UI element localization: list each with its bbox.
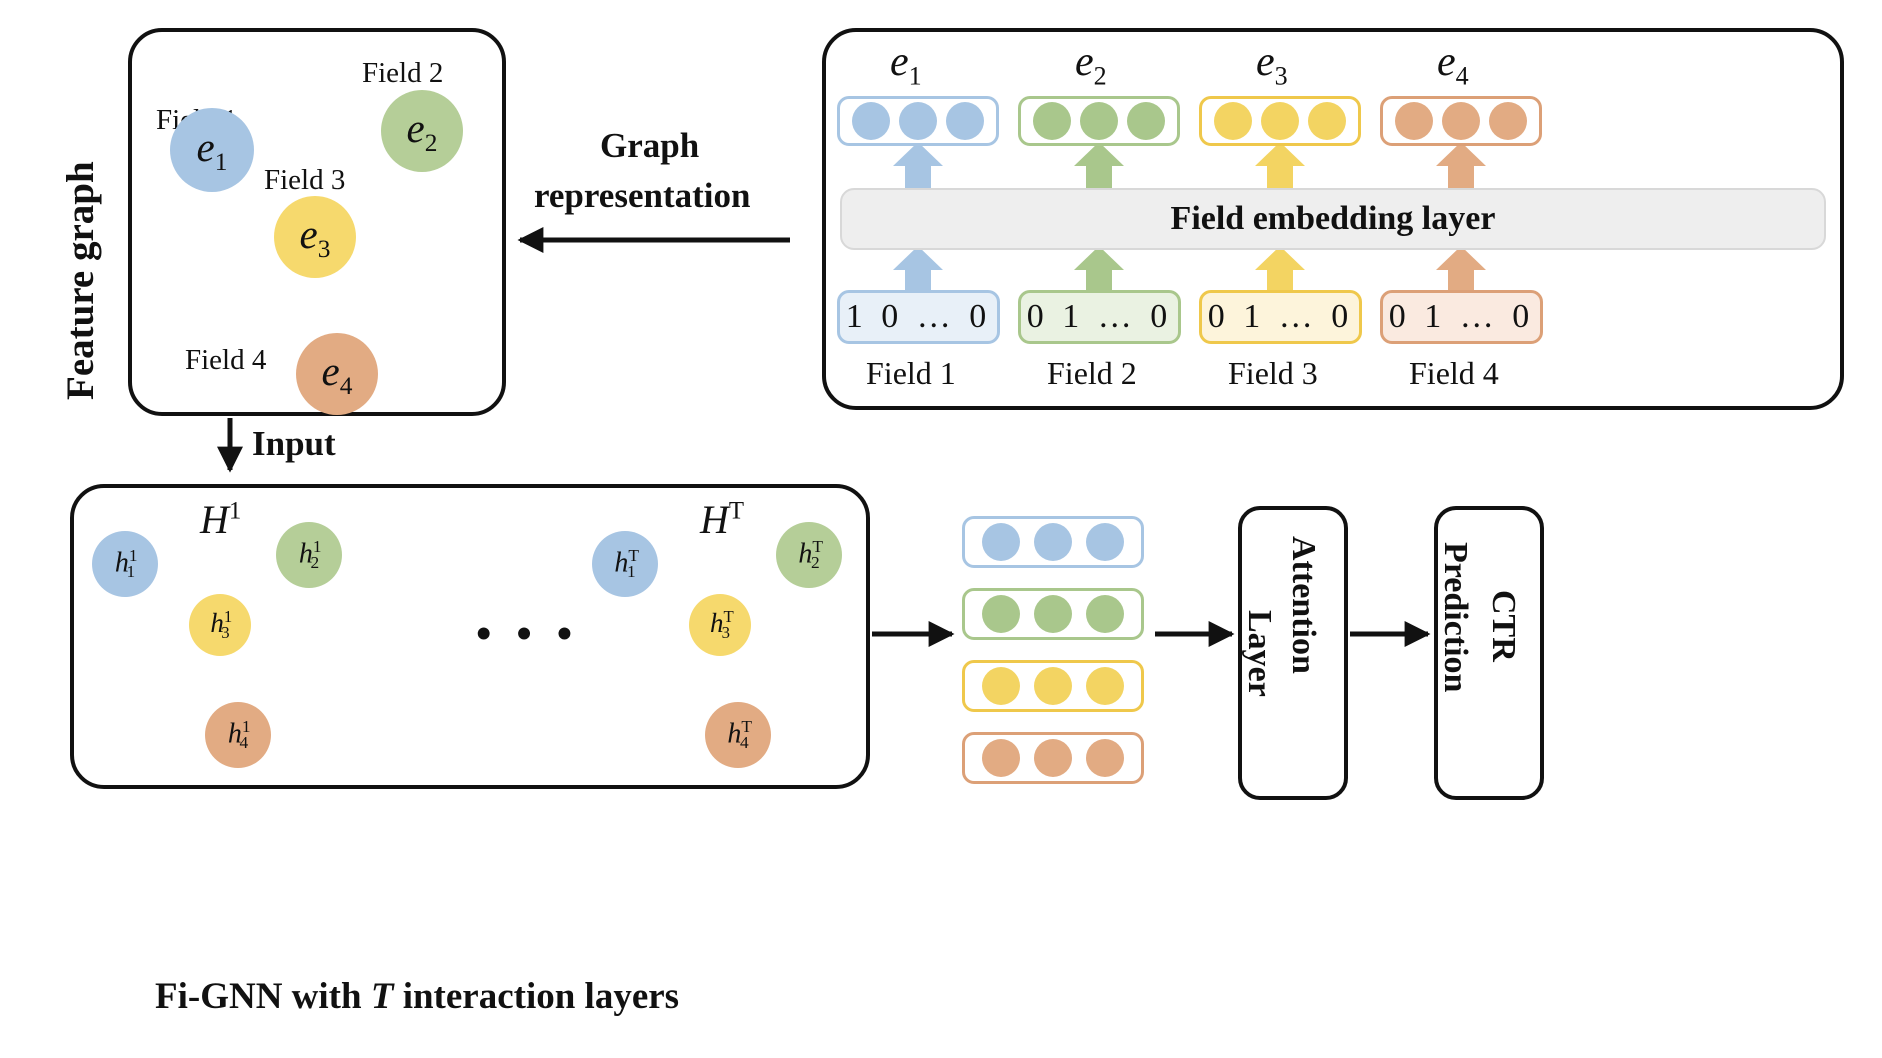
embedding-field-3-label: Field 3	[1228, 355, 1318, 391]
embedding-vector-2	[1018, 96, 1180, 146]
figure-caption-pre: Fi-GNN with	[155, 976, 371, 1017]
output-vector-3	[962, 660, 1144, 712]
gnn-node-hT-4[interactable]: hT4	[705, 702, 771, 768]
embedding-field-2-label: Field 2	[1047, 355, 1137, 391]
embedding-vector-3-dot-2	[1260, 102, 1299, 140]
output-vector-2	[962, 588, 1144, 640]
onehot-input-1-value: 1 0 … 0	[845, 298, 992, 335]
feature-graph-field-2-label: Field 2	[362, 57, 444, 89]
embedding-vector-4	[1380, 96, 1542, 146]
gnn-iteration-ellipsis: • • •	[476, 609, 580, 658]
feature-node-e3[interactable]: e3	[274, 196, 356, 278]
embedding-field-4-label: Field 4	[1409, 355, 1499, 391]
gnn-node-h1-2[interactable]: h12	[276, 522, 342, 588]
output-vector-2-dot-1	[982, 595, 1020, 633]
gnn-node-h1-1-label: h11	[114, 545, 138, 582]
embedding-vector-4-dot-2	[1441, 102, 1480, 140]
output-vector-2-dot-3	[1086, 595, 1124, 633]
field-embedding-layer-label: Field embedding layer	[1170, 200, 1496, 237]
gnn-node-hT-2-label: hT2	[798, 536, 823, 573]
output-vector-3-dot-1	[982, 667, 1020, 705]
feature-node-e4[interactable]: e4	[296, 333, 378, 415]
output-vector-3-dot-3	[1086, 667, 1124, 705]
feature-node-e1[interactable]: e1	[170, 108, 254, 192]
attention-layer-label-line2: Layer	[1241, 610, 1278, 697]
attention-layer-label-line1: Attention	[1285, 536, 1322, 674]
onehot-input-4-value: 0 1 … 0	[1388, 298, 1535, 335]
onehot-input-2: 0 1 … 0	[1018, 290, 1181, 344]
output-vector-1-dot-3	[1086, 523, 1124, 561]
onehot-input-3: 0 1 … 0	[1199, 290, 1362, 344]
embedding-vector-3	[1199, 96, 1361, 146]
field-embedding-layer-bar: Field embedding layer	[840, 188, 1826, 250]
gnn-state-label-hT: HT	[700, 497, 745, 542]
onehot-input-3-value: 0 1 … 0	[1207, 298, 1354, 335]
input-label: Input	[252, 424, 336, 463]
feature-graph-label: Feature graph	[59, 161, 102, 400]
gnn-node-hT-4-label: hT4	[727, 716, 752, 753]
embedding-vector-1-dot-1	[852, 102, 891, 140]
onehot-input-1: 1 0 … 0	[837, 290, 1000, 344]
gnn-node-hT-3[interactable]: hT3	[689, 594, 751, 656]
feature-node-e3-label: e3	[299, 210, 331, 264]
ctr-prediction-label-line1: CTR	[1485, 590, 1522, 662]
figure-caption-post: interaction layers	[393, 976, 680, 1017]
output-vector-1	[962, 516, 1144, 568]
embedding-vector-2-dot-3	[1126, 102, 1165, 140]
embedding-vector-4-dot-1	[1395, 102, 1434, 140]
feature-graph-field-4-label: Field 4	[185, 344, 267, 376]
graph-representation-line2: representation	[534, 176, 751, 215]
gnn-node-hT-3-label: hT3	[709, 606, 734, 643]
gnn-state-label-h1: H1	[200, 497, 242, 542]
output-vector-1-dot-1	[982, 523, 1020, 561]
figure-caption-italic: T	[370, 976, 394, 1017]
gnn-node-hT-1[interactable]: hT1	[592, 531, 658, 597]
feature-node-e4-label: e4	[321, 347, 353, 401]
ctr-prediction-label-line2: Prediction	[1437, 542, 1474, 693]
embedding-vector-1-dot-2	[898, 102, 937, 140]
embedding-vector-3-dot-3	[1307, 102, 1346, 140]
embedding-vector-4-dot-3	[1488, 102, 1527, 140]
output-vector-4-dot-2	[1034, 739, 1072, 777]
gnn-node-hT-1-label: hT1	[614, 545, 639, 582]
output-vector-4-dot-3	[1086, 739, 1124, 777]
embedding-vector-2-dot-1	[1033, 102, 1072, 140]
gnn-node-h1-3[interactable]: h13	[189, 594, 251, 656]
output-vector-2-dot-2	[1034, 595, 1072, 633]
onehot-input-2-value: 0 1 … 0	[1026, 298, 1173, 335]
output-vector-1-dot-2	[1034, 523, 1072, 561]
gnn-node-h1-4[interactable]: h14	[205, 702, 271, 768]
output-vector-3-dot-2	[1034, 667, 1072, 705]
feature-node-e2[interactable]: e2	[381, 90, 463, 172]
output-vector-4	[962, 732, 1144, 784]
embedding-symbol-e1: e1	[890, 39, 922, 91]
feature-node-e2-label: e2	[406, 104, 438, 158]
embedding-vector-3-dot-1	[1214, 102, 1253, 140]
output-vector-4-dot-1	[982, 739, 1020, 777]
embedding-vector-1	[837, 96, 999, 146]
embedding-field-1-label: Field 1	[866, 355, 956, 391]
feature-graph-field-3-label: Field 3	[264, 164, 346, 196]
gnn-node-h1-3-label: h13	[210, 606, 233, 643]
feature-node-e1-label: e1	[196, 123, 228, 177]
gnn-node-h1-2-label: h12	[298, 536, 322, 573]
figure-caption: Fi-GNN with T interaction layers	[155, 975, 679, 1018]
embedding-vector-2-dot-2	[1079, 102, 1118, 140]
gnn-node-h1-1[interactable]: h11	[92, 531, 158, 597]
embedding-vector-1-dot-3	[945, 102, 984, 140]
figure-canvas: Feature graph Field 1 Field 2 Field 3 Fi…	[0, 0, 1882, 1058]
embedding-symbol-e4: e4	[1437, 39, 1469, 91]
embedding-symbol-e3: e3	[1256, 39, 1288, 91]
onehot-input-4: 0 1 … 0	[1380, 290, 1543, 344]
graph-representation-line1: Graph	[600, 126, 700, 165]
gnn-node-hT-2[interactable]: hT2	[776, 522, 842, 588]
embedding-symbol-e2: e2	[1075, 39, 1107, 91]
gnn-node-h1-4-label: h14	[227, 716, 251, 753]
